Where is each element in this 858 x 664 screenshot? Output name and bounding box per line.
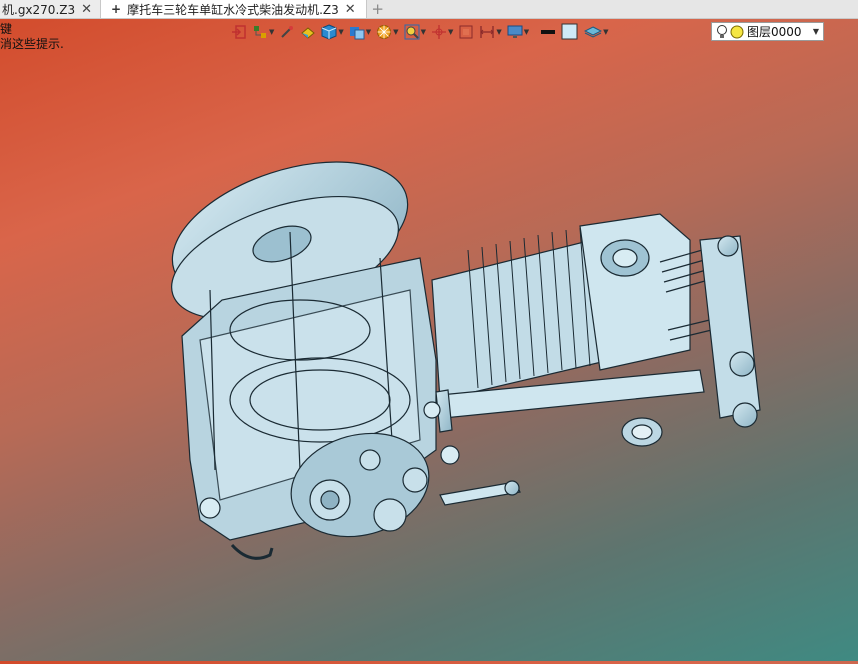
view-toolbar: ▼ ▼ ▼ ▼ ▼ ▼ ▼ ▼ ▼: [230, 21, 610, 43]
line-style-icon: [541, 30, 556, 34]
section-button[interactable]: [457, 22, 475, 42]
origin-icon: [431, 25, 446, 39]
chevron-down-icon[interactable]: ▼: [809, 27, 823, 36]
new-tab-icon[interactable]: +: [367, 0, 389, 18]
cylinder-head: [579, 213, 691, 371]
close-icon[interactable]: ✕: [345, 2, 356, 17]
layer-color-icon: [730, 25, 744, 38]
brush-button[interactable]: [278, 22, 296, 42]
render-mode-button[interactable]: ▼: [375, 22, 399, 42]
zoom-fit-icon: [404, 24, 420, 40]
tab-gx270[interactable]: 机.gx270.Z3 ✕: [0, 0, 102, 18]
3d-viewport[interactable]: [0, 43, 858, 661]
lightbulb-icon: [717, 24, 727, 38]
exit-icon: [232, 25, 246, 39]
layer-name: 图层0000: [747, 25, 802, 39]
close-icon[interactable]: ✕: [81, 2, 92, 17]
brush-icon: [281, 26, 294, 38]
tab-label: 机.gx270.Z3: [2, 2, 76, 17]
rocker-bracket: [699, 235, 761, 428]
paint-icon: [301, 27, 316, 39]
hint-line-1: 键: [0, 22, 13, 36]
paint-button[interactable]: [299, 22, 317, 42]
tab-engine-model[interactable]: + 摩托车三轮车单缸水冷式柴油发动机.Z3 ✕: [101, 0, 367, 18]
view-style-button[interactable]: ▼: [348, 22, 372, 42]
view-style-icon: [349, 27, 365, 40]
document-tab-bar: 机.gx270.Z3 ✕ + 摩托车三轮车单缸水冷式柴油发动机.Z3 ✕ +: [0, 0, 858, 19]
exhaust-port: [621, 417, 663, 447]
display-icon: [507, 25, 523, 38]
fill-color-button[interactable]: [560, 22, 580, 42]
throttle-lever: [439, 480, 521, 506]
fuel-pipe: [230, 543, 274, 560]
layer-stack-icon: [584, 26, 603, 38]
render-mode-icon: [377, 25, 392, 39]
shading-button[interactable]: ▼: [320, 22, 344, 42]
tab-label: 摩托车三轮车单缸水冷式柴油发动机.Z3: [127, 2, 339, 17]
model-tree-icon: [254, 26, 266, 38]
model-tree-button[interactable]: ▼: [251, 22, 275, 42]
exit-button[interactable]: [230, 22, 248, 42]
line-style-button[interactable]: [539, 22, 557, 42]
origin-button[interactable]: ▼: [430, 22, 454, 42]
section-icon: [459, 25, 473, 39]
engine-model[interactable]: [0, 43, 858, 661]
dimension-icon: [480, 26, 495, 38]
cube-shade-icon: [321, 24, 337, 40]
layer-stack-button[interactable]: ▼: [583, 22, 609, 42]
layer-selector[interactable]: 图层0000 ▼: [711, 22, 824, 41]
display-button[interactable]: ▼: [506, 22, 530, 42]
modified-plus-icon: +: [111, 2, 122, 16]
fill-color-icon: [561, 23, 578, 40]
dimension-button[interactable]: ▼: [478, 22, 502, 42]
zoom-fit-button[interactable]: ▼: [403, 22, 427, 42]
